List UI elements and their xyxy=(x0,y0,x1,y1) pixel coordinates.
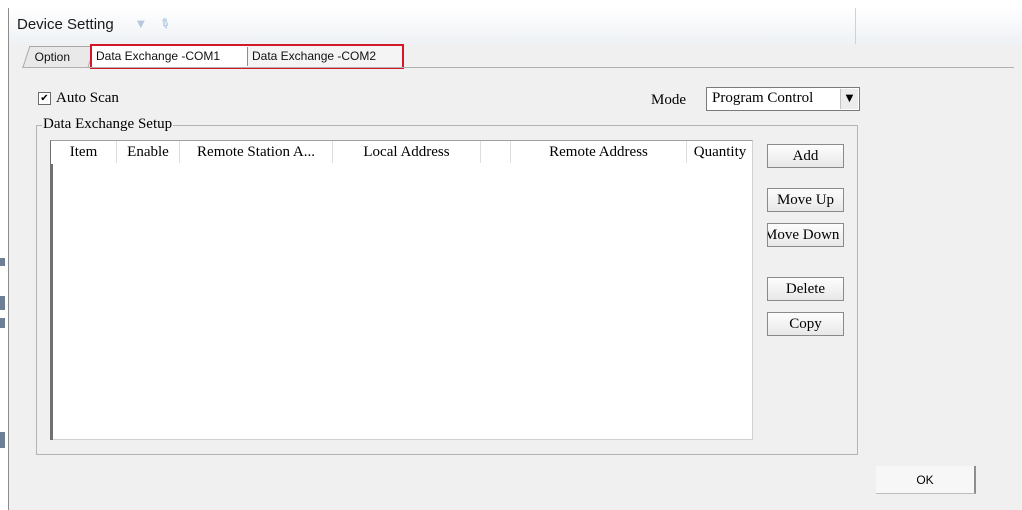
column-header-remote-address[interactable]: Remote Address xyxy=(511,141,687,163)
checkbox-check-icon[interactable]: ✔ xyxy=(38,92,51,105)
table-left-edge xyxy=(50,164,53,440)
auto-scan-checkbox[interactable]: ✔ Auto Scan xyxy=(38,90,119,107)
dropdown-arrow-icon[interactable]: ▼ xyxy=(840,89,858,109)
background-edge-mark xyxy=(0,296,5,310)
background-edge-mark xyxy=(0,258,5,266)
tab-option[interactable]: Option xyxy=(22,46,96,67)
mode-label: Mode xyxy=(651,92,686,108)
title-bar: Device Setting ▼ ✎ xyxy=(9,8,1022,44)
ok-button[interactable]: OK xyxy=(876,466,976,494)
move-down-button[interactable]: Move Down xyxy=(767,223,844,247)
move-up-button[interactable]: Move Up xyxy=(767,188,844,212)
delete-button[interactable]: Delete xyxy=(767,277,844,301)
title-separator xyxy=(855,8,856,44)
auto-scan-label: Auto Scan xyxy=(56,90,119,106)
column-header-blank[interactable] xyxy=(481,141,511,163)
column-header-remote-station[interactable]: Remote Station A... xyxy=(180,141,333,163)
data-exchange-table[interactable]: Item Enable Remote Station A... Local Ad… xyxy=(50,140,753,440)
add-button[interactable]: Add xyxy=(767,144,844,168)
window-title: Device Setting xyxy=(17,16,114,33)
mode-select[interactable]: Program Control ▼ xyxy=(706,87,860,111)
group-title: Data Exchange Setup xyxy=(42,116,174,133)
background-edge-mark xyxy=(0,318,5,328)
chevron-down-icon[interactable]: ▼ xyxy=(137,19,145,30)
tab-highlight-box xyxy=(90,44,404,69)
column-header-quantity[interactable]: Quantity xyxy=(687,141,753,163)
copy-button[interactable]: Copy xyxy=(767,312,844,336)
column-header-enable[interactable]: Enable xyxy=(117,141,180,163)
tab-strip-line xyxy=(22,67,1014,68)
tab-option-label: Option xyxy=(34,50,71,64)
background-edge-mark xyxy=(0,432,5,448)
column-header-item[interactable]: Item xyxy=(51,141,117,163)
mode-selected-value: Program Control xyxy=(712,90,814,106)
pin-icon[interactable]: ✎ xyxy=(156,15,174,34)
column-header-local-address[interactable]: Local Address xyxy=(333,141,481,163)
